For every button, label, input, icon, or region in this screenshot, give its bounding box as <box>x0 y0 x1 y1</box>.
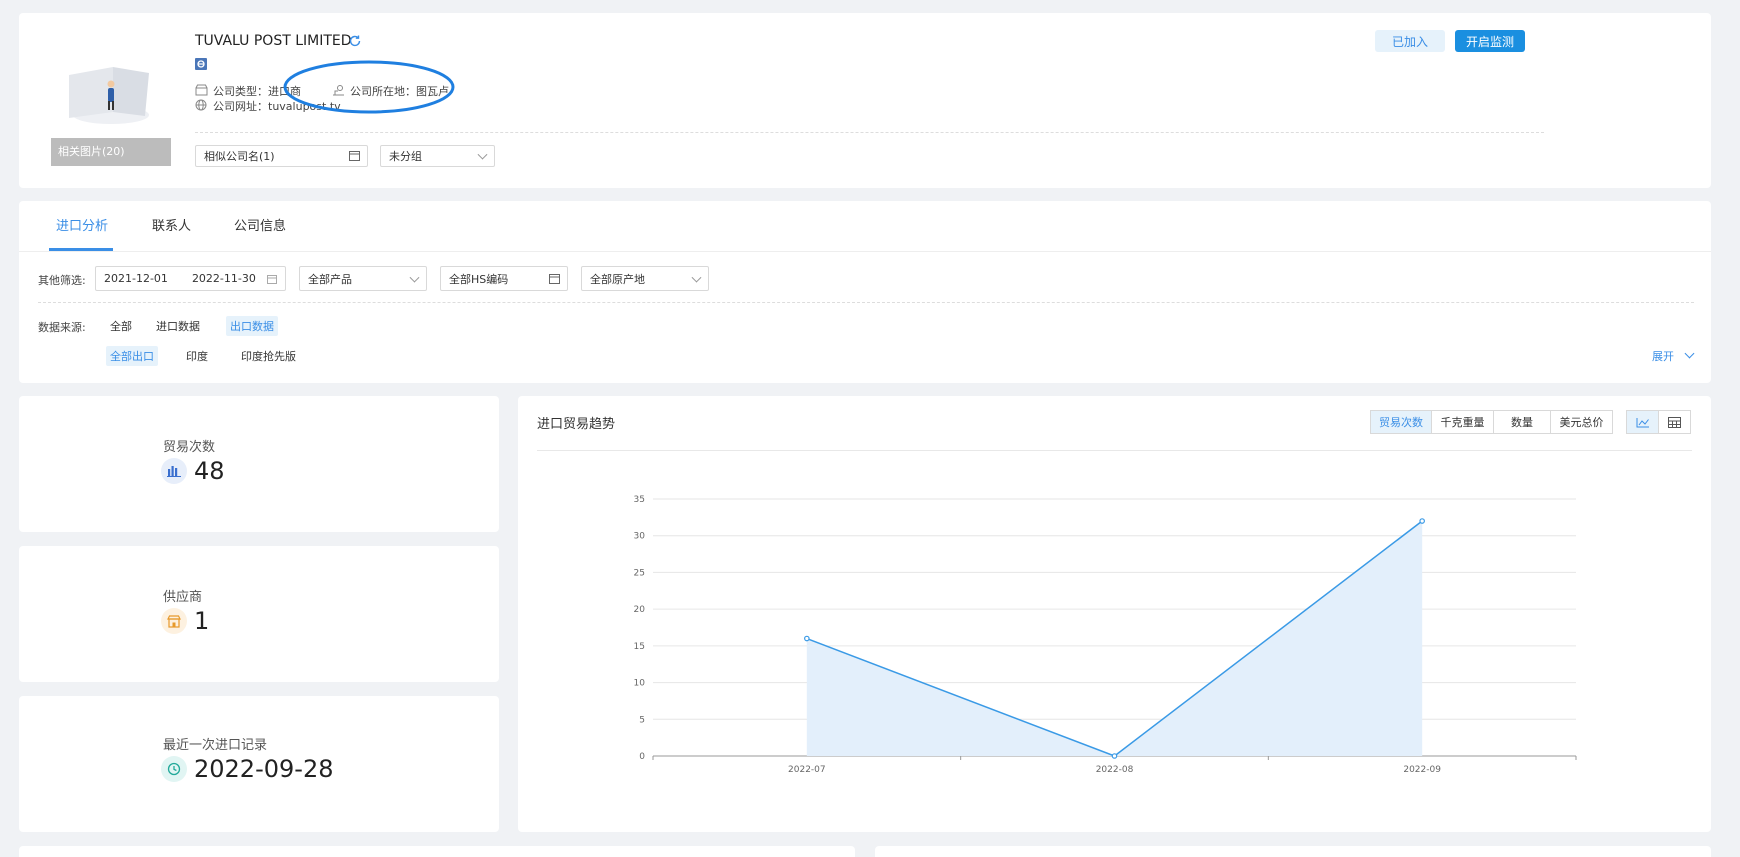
group-select[interactable]: 未分组 <box>380 145 495 167</box>
date-range-picker[interactable]: 2021-12-01 2022-11-30 <box>95 266 286 291</box>
y-tick-label: 15 <box>634 642 645 652</box>
hs-code-label: 全部HS编码 <box>449 272 509 286</box>
tab-divider <box>19 251 1711 252</box>
bottom-card-left <box>19 846 855 857</box>
y-tick-label: 5 <box>639 715 645 725</box>
bar-chart-icon <box>161 458 187 484</box>
illustration-icon <box>69 67 149 124</box>
stat-label: 贸易次数 <box>163 440 216 455</box>
y-tick-label: 25 <box>634 568 645 578</box>
stat-card-trades: 贸易次数 48 <box>19 396 499 532</box>
y-tick-label: 35 <box>634 495 645 505</box>
company-image[interactable]: 相关图片(20) <box>51 40 171 166</box>
stat-value: 48 <box>194 457 225 485</box>
x-tick-label: 2022-08 <box>1096 765 1134 775</box>
start-monitor-button[interactable]: 开启监测 <box>1455 30 1525 52</box>
data-point <box>1111 753 1118 759</box>
group-label: 未分组 <box>389 150 422 163</box>
y-tick-label: 20 <box>634 605 646 615</box>
stat-label: 最近一次进口记录 <box>163 738 268 753</box>
hs-code-select[interactable]: 全部HS编码 <box>440 266 568 291</box>
similar-company-select[interactable]: 相似公司名(1) <box>195 145 368 167</box>
related-photos-label[interactable]: 相关图片(20) <box>51 138 171 166</box>
ie-browser-icon[interactable] <box>195 58 207 70</box>
date-start: 2021-12-01 <box>104 272 168 285</box>
refresh-icon[interactable] <box>348 34 362 51</box>
divider <box>195 132 1544 133</box>
chevron-down-icon <box>409 272 420 283</box>
sub-source-all-export[interactable]: 全部出口 <box>106 346 158 366</box>
filter-divider <box>38 302 1694 303</box>
company-name: TUVALU POST LIMITED <box>195 33 352 49</box>
source-all[interactable]: 全部 <box>106 316 136 336</box>
tab-active-underline <box>49 248 113 251</box>
chevron-down-icon <box>477 149 488 160</box>
expand-label: 展开 <box>1652 350 1674 363</box>
bottom-card-right <box>875 846 1711 857</box>
data-point <box>804 635 810 642</box>
date-end: 2022-11-30 <box>191 272 256 285</box>
y-tick-label: 0 <box>639 752 645 762</box>
tab-contacts[interactable]: 联系人 <box>152 215 191 234</box>
similar-company-label: 相似公司名(1) <box>204 150 275 163</box>
tab-import-analysis[interactable]: 进口分析 <box>56 215 108 234</box>
company-header-card: 相关图片(20) TUVALU POST LIMITED 公司类型：进口商 公司… <box>19 13 1711 188</box>
x-tick-label: 2022-07 <box>788 765 826 775</box>
origin-select[interactable]: 全部原产地 <box>581 266 709 291</box>
store-icon <box>161 608 187 634</box>
source-label: 数据来源: <box>38 321 86 334</box>
sub-source-india-preview[interactable]: 印度抢先版 <box>237 346 300 366</box>
calendar-icon <box>549 273 560 287</box>
analysis-card: 进口分析 联系人 公司信息 其他筛选: 2021-12-01 2022-11-3… <box>19 201 1711 383</box>
highlight-annotation <box>283 60 455 114</box>
stat-value: 2022-09-28 <box>194 755 334 783</box>
filter-label: 其他筛选: <box>38 274 86 287</box>
source-export[interactable]: 出口数据 <box>226 316 278 336</box>
stat-label: 供应商 <box>163 590 203 605</box>
y-tick-label: 10 <box>634 679 646 689</box>
y-tick-label: 30 <box>634 532 646 542</box>
chevron-down-icon <box>691 272 702 283</box>
chevron-down-icon <box>1684 348 1694 359</box>
stat-card-suppliers: 供应商 1 <box>19 546 499 682</box>
company-type-icon <box>195 84 208 99</box>
x-tick-label: 2022-09 <box>1403 765 1441 775</box>
stat-card-last-import: 最近一次进口记录 2022-09-28 <box>19 696 499 832</box>
product-label: 全部产品 <box>308 272 352 286</box>
tab-company-info[interactable]: 公司信息 <box>234 215 286 234</box>
series-area <box>806 521 1423 756</box>
globe-icon <box>195 99 207 114</box>
calendar-icon <box>267 274 277 287</box>
joined-button[interactable]: 已加入 <box>1375 30 1445 52</box>
sub-source-india[interactable]: 印度 <box>182 346 212 366</box>
stat-value: 1 <box>194 607 210 635</box>
clock-icon <box>161 756 187 782</box>
product-select[interactable]: 全部产品 <box>299 266 427 291</box>
expand-button[interactable]: 展开 <box>1652 348 1694 364</box>
origin-label: 全部原产地 <box>590 272 645 286</box>
source-import[interactable]: 进口数据 <box>152 316 204 336</box>
trend-chart-card: 进口贸易趋势 贸易次数 千克重量 数量 美元总价 0 5 10 15 20 25 30 35 2… <box>518 396 1711 832</box>
trend-chart: 0 5 10 15 20 25 30 35 2022-07 2022-08 2022-09 <box>634 495 1577 775</box>
calendar-icon <box>349 150 360 164</box>
data-point <box>1419 518 1425 524</box>
